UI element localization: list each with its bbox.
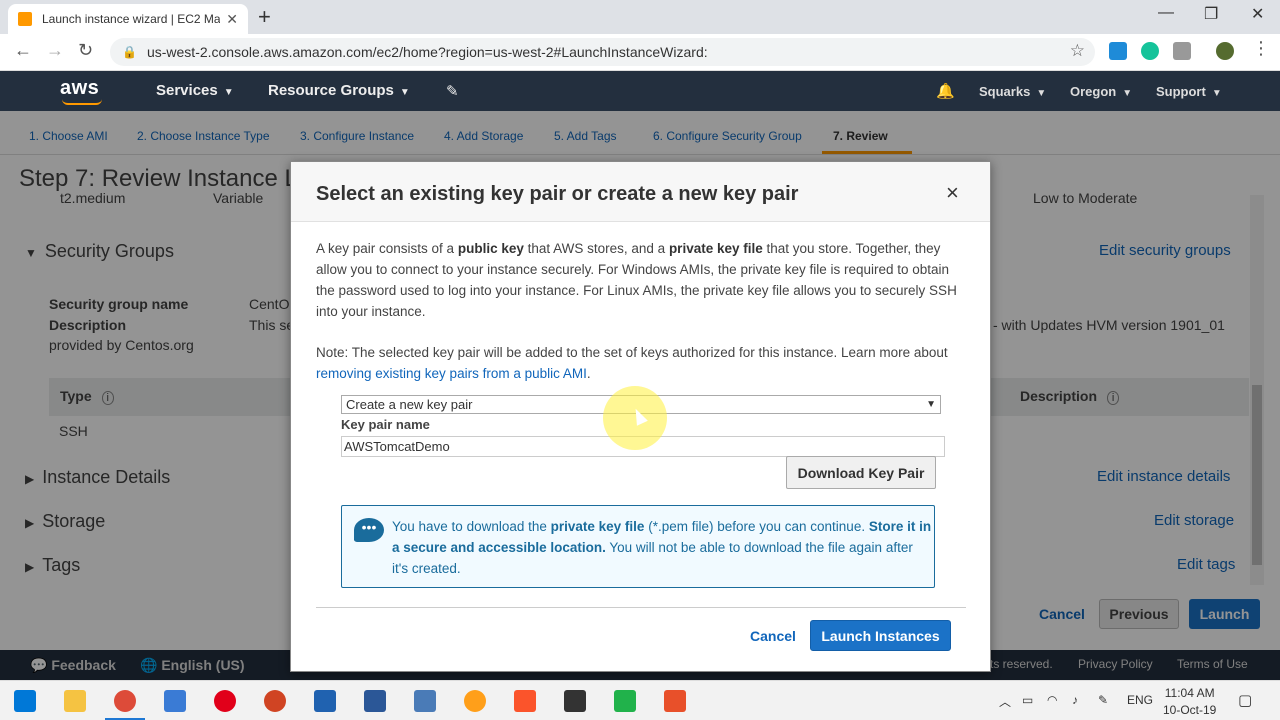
volume-icon[interactable]: ♪ <box>1072 693 1078 707</box>
pen-icon[interactable]: ✎ <box>1098 693 1108 707</box>
aws-logo-smile <box>62 99 102 105</box>
chevron-down-icon: ▼ <box>1036 88 1047 99</box>
extension-icon[interactable] <box>1109 42 1127 60</box>
app-icon[interactable] <box>164 690 186 712</box>
aws-favicon-icon <box>18 12 32 26</box>
bookmark-star-icon[interactable]: ☆ <box>1070 41 1085 61</box>
region-menu[interactable]: Oregon ▼ <box>1070 84 1132 99</box>
brave-icon[interactable] <box>514 690 536 712</box>
browser-tab[interactable]: Launch instance wizard | EC2 Ma ✕ <box>8 4 248 34</box>
tab-title: Launch instance wizard | EC2 Ma <box>42 12 221 26</box>
close-icon[interactable]: × <box>946 182 959 204</box>
chevron-down-icon: ▼ <box>1211 88 1222 99</box>
clock-date: 10-Oct-19 <box>1163 703 1217 717</box>
key-pair-explanation: A key pair consists of a public key that… <box>316 241 957 319</box>
dialog-cancel-button[interactable]: Cancel <box>750 628 796 644</box>
key-pair-name-label: Key pair name <box>341 417 430 432</box>
launch-instances-button[interactable]: Launch Instances <box>810 620 951 651</box>
opera-icon[interactable] <box>214 690 236 712</box>
wifi-icon[interactable]: ◠ <box>1047 693 1057 707</box>
browser-tabstrip: Launch instance wizard | EC2 Ma ✕ + — ❐ … <box>0 0 1280 34</box>
chevron-down-icon: ▼ <box>399 87 410 98</box>
dialog-divider <box>316 607 966 608</box>
system-clock[interactable]: 11:04 AM 10-Oct-19 <box>1163 685 1216 719</box>
account-menu[interactable]: Squarks ▼ <box>979 84 1046 99</box>
download-key-pair-button[interactable]: Download Key Pair <box>786 456 936 489</box>
windows-start-icon[interactable] <box>14 690 36 712</box>
browser-menu-icon[interactable]: ⋮ <box>1252 38 1270 59</box>
back-icon[interactable]: ← <box>14 40 32 61</box>
support-menu[interactable]: Support ▼ <box>1156 84 1222 99</box>
notifications-icon[interactable]: ▢ <box>1238 691 1252 709</box>
camtasia-recorder-icon[interactable] <box>664 690 686 712</box>
services-menu[interactable]: Services ▼ <box>156 82 234 99</box>
clock-time: 11:04 AM <box>1164 686 1215 700</box>
extension-shield-icon[interactable] <box>1173 42 1191 60</box>
file-explorer-icon[interactable] <box>64 690 86 712</box>
tab-close-icon[interactable]: ✕ <box>226 11 238 28</box>
tray-overflow-icon[interactable]: ︿ <box>999 693 1011 710</box>
dialog-title: Select an existing key pair or create a … <box>316 183 799 205</box>
aws-logo[interactable]: aws <box>60 77 99 100</box>
forward-icon[interactable]: → <box>46 40 64 61</box>
notification-bell-icon[interactable]: 🔔 <box>936 82 955 100</box>
chat-info-icon: ••• <box>354 518 384 542</box>
remove-key-pairs-link[interactable]: removing existing key pairs from a publi… <box>316 366 587 381</box>
mail-icon[interactable] <box>564 690 586 712</box>
profile-avatar[interactable] <box>1216 42 1234 60</box>
restore-icon[interactable]: ❐ <box>1204 4 1218 24</box>
key-pair-note: Note: The selected key pair will be adde… <box>316 345 948 381</box>
browser-toolbar: ← → ↻ 🔒 us-west-2.console.aws.amazon.com… <box>0 34 1280 71</box>
new-tab-icon[interactable]: + <box>258 4 271 30</box>
address-bar[interactable]: 🔒 us-west-2.console.aws.amazon.com/ec2/h… <box>110 38 1095 66</box>
chevron-down-icon: ▼ <box>1122 88 1133 99</box>
dialog-header: Select an existing key pair or create a … <box>291 162 990 222</box>
download-warning-box: ••• You have to download the private key… <box>341 505 935 588</box>
chevron-down-icon: ▼ <box>223 87 234 98</box>
input-language[interactable]: ENG <box>1127 693 1153 707</box>
aws-navbar: aws Services ▼ Resource Groups ▼ ✎ 🔔 Squar… <box>0 71 1280 111</box>
dropdown-arrow-icon: ▼ <box>926 399 936 410</box>
vlc-icon[interactable] <box>464 690 486 712</box>
grammarly-icon[interactable] <box>1141 42 1159 60</box>
battery-icon[interactable]: ▭ <box>1022 693 1033 707</box>
chrome-icon[interactable] <box>114 690 136 712</box>
network-app-icon[interactable] <box>414 690 436 712</box>
word-icon[interactable] <box>364 690 386 712</box>
camtasia-icon[interactable] <box>614 690 636 712</box>
windows-taskbar: ︿ ▭ ◠ ♪ ✎ ENG 11:04 AM 10-Oct-19 ▢ <box>0 680 1280 720</box>
powerpoint-icon[interactable] <box>264 690 286 712</box>
pin-icon[interactable]: ✎ <box>446 82 459 100</box>
reload-icon[interactable]: ↻ <box>78 40 93 61</box>
resource-groups-menu[interactable]: Resource Groups ▼ <box>268 82 410 99</box>
powershell-icon[interactable] <box>314 690 336 712</box>
window-close-icon[interactable]: ✕ <box>1251 4 1264 24</box>
url-text: us-west-2.console.aws.amazon.com/ec2/hom… <box>146 44 708 60</box>
lock-icon: 🔒 <box>122 45 137 59</box>
minimize-icon[interactable]: — <box>1158 4 1174 22</box>
download-warning-text: You have to download the private key fil… <box>392 519 932 576</box>
